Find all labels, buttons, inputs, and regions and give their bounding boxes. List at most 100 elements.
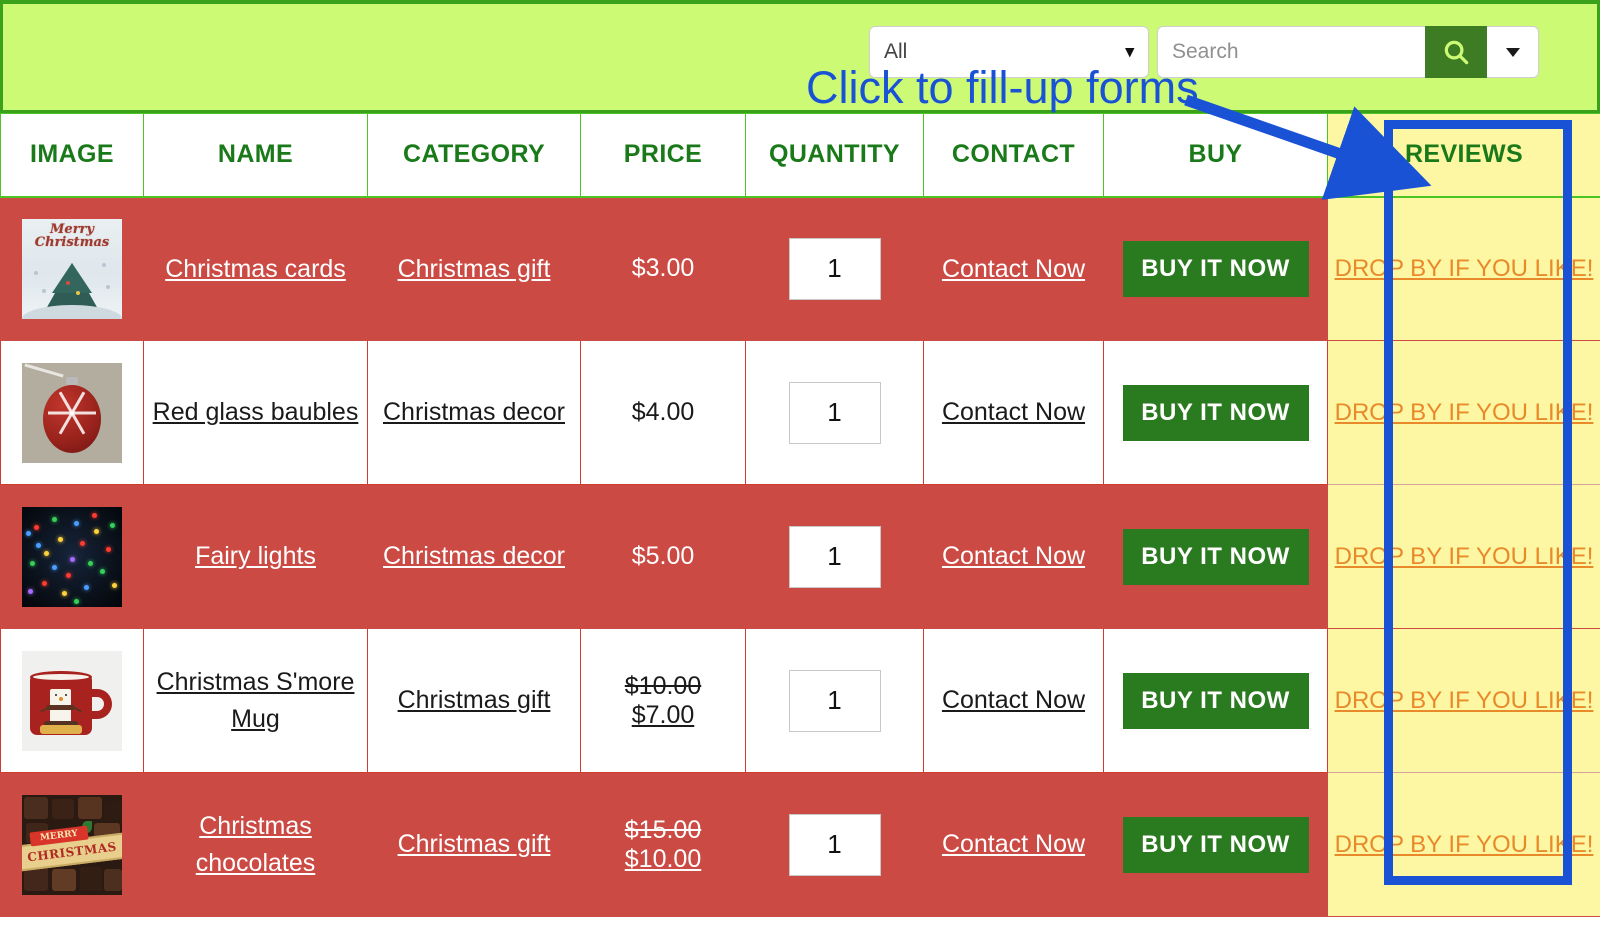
- category-select-value: All: [884, 40, 908, 63]
- product-price-cell: $5.00: [580, 484, 746, 629]
- product-category-link[interactable]: Christmas gift: [398, 682, 551, 718]
- product-buy-cell: BUY IT NOW: [1103, 340, 1328, 485]
- product-quantity-cell: [745, 484, 924, 629]
- product-category-cell: Christmas decor: [367, 340, 581, 485]
- review-link[interactable]: DROP BY IF YOU LIKE!: [1335, 826, 1594, 863]
- table-row: Fairy lights Christmas decor $5.00 Conta…: [0, 484, 1600, 629]
- table-row: CHRISTMAS MERRY Christmas chocolates Chr…: [0, 772, 1600, 917]
- buy-it-now-button[interactable]: BUY IT NOW: [1122, 672, 1309, 729]
- col-header-buy: BUY: [1103, 113, 1328, 198]
- product-category-cell: Christmas gift: [367, 196, 581, 341]
- contact-now-link[interactable]: Contact Now: [942, 251, 1085, 287]
- product-name-link[interactable]: Red glass baubles: [153, 394, 359, 430]
- product-contact-cell: Contact Now: [923, 340, 1104, 485]
- product-price-old: $10.00: [624, 671, 702, 700]
- product-price: $10.00: [624, 844, 702, 873]
- search-toolbar: All ▾: [0, 0, 1600, 113]
- product-quantity-cell: [745, 340, 924, 485]
- product-price: $3.00: [631, 254, 695, 283]
- product-name-cell: Fairy lights: [143, 484, 368, 629]
- product-name-cell: Christmas S'more Mug: [143, 628, 368, 773]
- quantity-input[interactable]: [788, 669, 881, 732]
- product-name-link[interactable]: Christmas S'more Mug: [144, 664, 367, 737]
- category-select[interactable]: All ▾: [869, 26, 1149, 78]
- product-contact-cell: Contact Now: [923, 772, 1104, 917]
- product-buy-cell: BUY IT NOW: [1103, 484, 1328, 629]
- product-price-cell: $15.00 $10.00: [580, 772, 746, 917]
- search-dropdown-toggle[interactable]: [1487, 26, 1539, 78]
- review-link[interactable]: DROP BY IF YOU LIKE!: [1335, 682, 1594, 719]
- caret-down-icon: [1505, 47, 1520, 57]
- search-group: All ▾: [869, 26, 1539, 78]
- table-header-row: IMAGE NAME CATEGORY PRICE QUANTITY CONTA…: [0, 113, 1600, 198]
- product-reviews-cell: DROP BY IF YOU LIKE!: [1327, 628, 1600, 773]
- product-category-cell: Christmas gift: [367, 772, 581, 917]
- review-link[interactable]: DROP BY IF YOU LIKE!: [1335, 538, 1594, 575]
- product-price-old: $15.00: [624, 815, 702, 844]
- product-buy-cell: BUY IT NOW: [1103, 772, 1328, 917]
- col-header-name: NAME: [143, 113, 368, 198]
- product-contact-cell: Contact Now: [923, 484, 1104, 629]
- product-price-group: $15.00 $10.00: [581, 816, 745, 874]
- quantity-input[interactable]: [788, 237, 881, 300]
- contact-now-link[interactable]: Contact Now: [942, 682, 1085, 718]
- col-header-reviews: REVIEWS: [1327, 113, 1600, 198]
- product-category-link[interactable]: Christmas decor: [383, 394, 565, 430]
- contact-now-link[interactable]: Contact Now: [942, 394, 1085, 430]
- table-row: Christmas S'more Mug Christmas gift $10.…: [0, 628, 1600, 773]
- product-category-link[interactable]: Christmas gift: [398, 251, 551, 287]
- table-row: Red glass baubles Christmas decor $4.00 …: [0, 340, 1600, 485]
- product-name-cell: Christmas cards: [143, 196, 368, 341]
- chevron-down-icon: ▾: [1125, 42, 1134, 61]
- search-input[interactable]: [1157, 26, 1425, 78]
- buy-it-now-button[interactable]: BUY IT NOW: [1122, 528, 1309, 585]
- product-name-link[interactable]: Christmas chocolates: [144, 808, 367, 881]
- product-reviews-cell: DROP BY IF YOU LIKE!: [1327, 196, 1600, 341]
- product-price: $7.00: [631, 700, 695, 729]
- review-link[interactable]: DROP BY IF YOU LIKE!: [1335, 250, 1594, 287]
- product-quantity-cell: [745, 628, 924, 773]
- product-price-cell: $4.00: [580, 340, 746, 485]
- buy-it-now-button[interactable]: BUY IT NOW: [1122, 240, 1309, 297]
- product-image-cell: Merry Christmas: [0, 196, 144, 341]
- product-category-cell: Christmas gift: [367, 628, 581, 773]
- table-row: Merry Christmas Christmas cards Christmas…: [0, 196, 1600, 341]
- quantity-input[interactable]: [788, 813, 881, 876]
- product-category-link[interactable]: Christmas gift: [398, 826, 551, 862]
- product-image-cell: [0, 484, 144, 629]
- col-header-contact: CONTACT: [923, 113, 1104, 198]
- product-contact-cell: Contact Now: [923, 196, 1104, 341]
- product-reviews-cell: DROP BY IF YOU LIKE!: [1327, 772, 1600, 917]
- contact-now-link[interactable]: Contact Now: [942, 826, 1085, 862]
- product-thumbnail-smore-mug: [22, 650, 122, 751]
- product-name-link[interactable]: Christmas cards: [165, 251, 346, 287]
- product-price: $4.00: [631, 398, 695, 426]
- col-header-price: PRICE: [580, 113, 746, 198]
- product-name-cell: Christmas chocolates: [143, 772, 368, 917]
- product-reviews-cell: DROP BY IF YOU LIKE!: [1327, 340, 1600, 485]
- review-link[interactable]: DROP BY IF YOU LIKE!: [1335, 394, 1594, 431]
- product-image-cell: [0, 628, 144, 773]
- product-quantity-cell: [745, 196, 924, 341]
- product-thumbnail-fairy-lights: [22, 506, 122, 607]
- product-buy-cell: BUY IT NOW: [1103, 628, 1328, 773]
- product-category-cell: Christmas decor: [367, 484, 581, 629]
- product-category-link[interactable]: Christmas decor: [383, 538, 565, 574]
- product-price: $5.00: [631, 542, 695, 570]
- contact-now-link[interactable]: Contact Now: [942, 538, 1085, 574]
- product-thumbnail-red-bauble: [22, 362, 122, 463]
- search-icon: [1441, 37, 1471, 67]
- product-contact-cell: Contact Now: [923, 628, 1104, 773]
- buy-it-now-button[interactable]: BUY IT NOW: [1122, 816, 1309, 873]
- product-quantity-cell: [745, 772, 924, 917]
- quantity-input[interactable]: [788, 525, 881, 588]
- product-image-cell: CHRISTMAS MERRY: [0, 772, 144, 917]
- product-price-group: $10.00 $7.00: [581, 672, 745, 730]
- col-header-category: CATEGORY: [367, 113, 581, 198]
- product-name-link[interactable]: Fairy lights: [195, 538, 316, 574]
- product-price-cell: $10.00 $7.00: [580, 628, 746, 773]
- quantity-input[interactable]: [788, 381, 881, 444]
- product-thumbnail-chocolates: CHRISTMAS MERRY: [22, 794, 122, 895]
- search-button[interactable]: [1425, 26, 1487, 78]
- buy-it-now-button[interactable]: BUY IT NOW: [1122, 384, 1309, 441]
